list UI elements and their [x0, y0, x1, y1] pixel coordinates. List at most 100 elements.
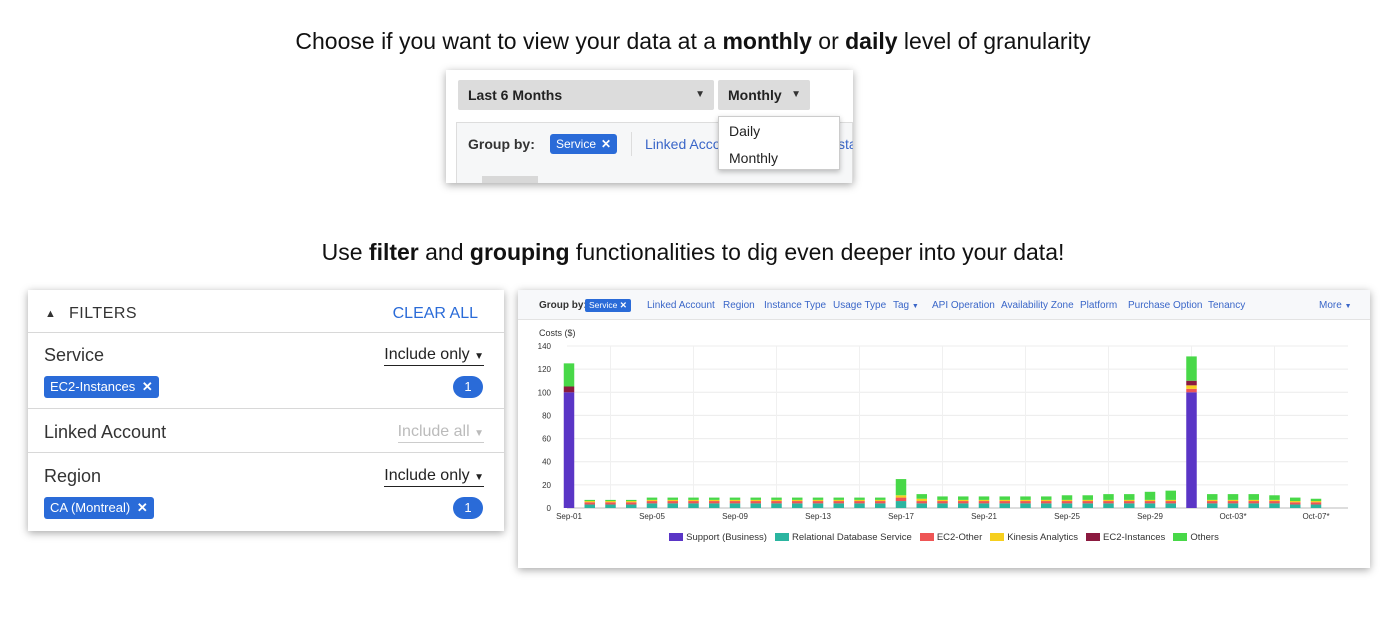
costs-label-cut [482, 176, 538, 183]
bar-segment [1248, 501, 1259, 504]
legend-label: Others [1190, 532, 1219, 543]
bar-segment [1290, 501, 1301, 503]
legend-item[interactable]: EC2-Other [919, 532, 982, 543]
collapse-triangle-icon[interactable]: ▲ [45, 308, 56, 320]
granularity-dropdown-menu: Daily Monthly [718, 116, 840, 170]
bar-segment [1144, 491, 1156, 500]
bar-segment [1082, 503, 1093, 508]
close-icon[interactable]: ✕ [142, 379, 153, 394]
bar-segment [1269, 501, 1280, 504]
bar-segment [563, 392, 575, 508]
bar-segment [958, 496, 969, 500]
legend-label: EC2-Instances [1103, 532, 1166, 543]
bar-segment [1082, 501, 1093, 504]
y-axis-label: Costs ($) [539, 328, 576, 338]
bar-segment [1061, 499, 1073, 502]
close-icon[interactable]: ✕ [601, 137, 611, 151]
y-tick-label: 20 [542, 481, 551, 490]
bar-segment [812, 497, 824, 500]
region-count-badge: 1 [453, 497, 483, 519]
bar-segment [750, 499, 761, 502]
x-tick-label: Oct-03* [1219, 512, 1246, 521]
service-chip[interactable]: EC2-Instances ✕ [44, 376, 159, 398]
bar-segment [1144, 499, 1156, 502]
legend-item[interactable]: Kinesis Analytics [990, 532, 1078, 543]
bar-segment [916, 501, 927, 504]
menu-option-monthly[interactable]: Monthly [729, 150, 778, 166]
divider [28, 408, 504, 409]
bar-segment [1165, 501, 1176, 504]
bar-segment [854, 503, 865, 508]
bar-segment [1290, 502, 1301, 505]
bar-segment [1082, 499, 1093, 502]
clear-all-button[interactable]: CLEAR ALL [393, 305, 478, 323]
legend-label: Kinesis Analytics [1007, 532, 1078, 543]
bar-segment [626, 501, 637, 503]
bar-segment [1165, 499, 1176, 502]
bar-segment [1061, 501, 1073, 504]
chip-label: EC2-Instances [50, 379, 136, 394]
bar-segment [1020, 501, 1031, 504]
legend-item[interactable]: Relational Database Service [774, 532, 912, 543]
x-tick-label: Sep-05 [639, 512, 665, 521]
bar-segment [1310, 502, 1322, 505]
x-tick-label: Sep-13 [805, 512, 831, 521]
divider [28, 332, 504, 333]
bar-segment [709, 503, 720, 508]
legend-item[interactable]: Others [1173, 532, 1219, 543]
caption-text: Use [321, 239, 369, 265]
group-by-label: Group by: [468, 136, 535, 152]
service-include-dropdown[interactable]: Include only ▼ [384, 346, 484, 366]
bar-segment [1186, 385, 1197, 389]
region-chip[interactable]: CA (Montreal) ✕ [44, 497, 154, 519]
bar-segment [1124, 503, 1135, 508]
bar-segment [812, 501, 824, 504]
date-range-select[interactable]: Last 6 Months ▼ [458, 80, 714, 110]
grid [567, 345, 1348, 509]
service-count-badge: 1 [453, 376, 483, 398]
chevron-down-icon: ▼ [474, 428, 484, 439]
granularity-select[interactable]: Monthly ▼ [718, 80, 810, 110]
bar-segment [688, 499, 699, 502]
bar-segment [605, 504, 616, 508]
bar-segment [584, 501, 595, 503]
legend-item[interactable]: EC2-Instances [1086, 532, 1165, 543]
bar-segment [667, 501, 678, 504]
bar-segment [833, 501, 844, 504]
close-icon[interactable]: ✕ [137, 500, 148, 515]
region-include-dropdown[interactable]: Include only ▼ [384, 467, 484, 487]
bar-segment [1124, 494, 1135, 500]
bar-segment [1082, 495, 1093, 500]
service-chip[interactable]: Service ✕ [550, 134, 618, 154]
chevron-down-icon: ▼ [474, 351, 484, 362]
group-by-linked-account[interactable]: Linked Acco [645, 136, 721, 152]
x-tick-label: Oct-07* [1302, 512, 1329, 521]
bar-segment [895, 497, 907, 502]
bar-segment [999, 503, 1010, 508]
bar-segment [1310, 498, 1322, 502]
bar-segment [1041, 503, 1052, 508]
legend-swatch [774, 533, 789, 541]
divider [28, 452, 504, 453]
bar-segment [563, 386, 575, 393]
group-by-truncated[interactable]: sta [838, 136, 853, 152]
legend-item[interactable]: Support (Business) [669, 532, 767, 543]
menu-option-daily[interactable]: Daily [729, 123, 760, 139]
bar-segment [709, 501, 720, 504]
bar-segment [1269, 499, 1280, 502]
bar-segment [1186, 392, 1197, 508]
bar-segment [1207, 503, 1218, 508]
linked-account-include-dropdown[interactable]: Include all ▼ [397, 423, 484, 443]
bar-segment [916, 494, 927, 499]
caption-text: and [418, 239, 470, 265]
bar-segment [937, 501, 948, 504]
bar-segment [812, 499, 824, 502]
region-label: Region [44, 466, 102, 486]
legend-label: Relational Database Service [791, 532, 912, 543]
bar-segment [833, 503, 844, 508]
bar-segment [1144, 501, 1156, 504]
bar-segment [688, 503, 699, 508]
granularity-panel: Last 6 Months ▼ Monthly ▼ Group by: Serv… [446, 70, 853, 183]
divider [631, 132, 632, 156]
bar-segment [1269, 495, 1280, 500]
